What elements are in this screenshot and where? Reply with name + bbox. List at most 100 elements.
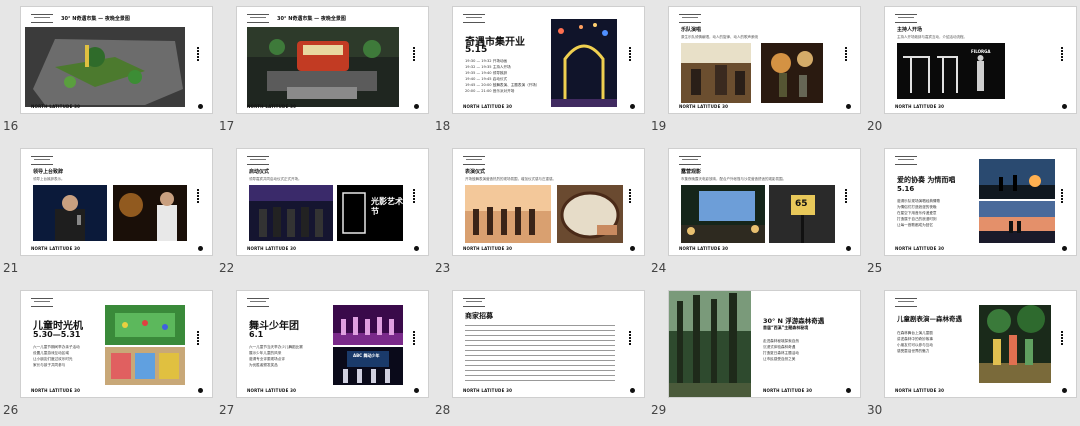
slide-thumbnail-16[interactable]: 30° N奇遇市集 — 夜晚全景图 NORTH LATITUDE 30 16 [0,0,216,142]
body-line-4: 感受童话世界的魅力 [897,349,930,353]
body-line-1: 邀请乐队现场演唱经典情歌 [897,199,941,203]
page-dot-icon [630,104,635,109]
slide-thumbnail-23[interactable]: 表演仪式 开场鼓舞表演营造热烈的现场氛围，增加仪式感与庄重感。 NORTH LA… [432,142,648,284]
slide-title: 主持人开场 [897,27,923,33]
schedule-line-2: 19:32 — 19:35 主持人开场 [465,65,511,69]
page-dot-icon [414,104,419,109]
band-performance-photo [681,43,751,103]
stage-banner-text: ABC 舞动少年 [353,353,380,358]
logo-mark [463,298,485,307]
logo-mark [895,14,917,23]
side-marker [629,189,631,203]
slide-thumbnail-18[interactable]: 奇遇市集开业 5.15 19:30 — 19:32 开场动画 19:32 — 1… [432,0,648,142]
slide-frame[interactable]: 30° N奇遇市集 — 夜晚全景图 NORTH LATITUDE 30 [236,6,429,114]
body-line-4: 让市民感受自然之美 [763,357,796,361]
slide-frame[interactable]: 儿童时光机 5.30—5.31 六一儿童节期间举办亲子活动 设置儿童游戏互动区域… [20,290,213,398]
slide-thumbnail-24[interactable]: 露营观影 市集夜晚露天电影放映，配合户外帐篷与沙发营造舒适的观影氛围。 65 N… [648,142,864,284]
event-date: 5.16 [897,185,915,193]
body-line-3: 打造夏日森林主题活动 [763,351,799,355]
page-dot-icon [1062,104,1067,109]
side-marker [197,47,199,61]
drum-dance-photo [465,185,551,243]
slide-thumbnail-29[interactable]: 30° N 浮游森林奇遇 首届“西溪”主题森林秘境 走进森林秘境探索自然 沉浸式… [648,284,864,426]
slide-thumbnail-27[interactable]: 舞斗少年团 6.1 六一儿童节当天举办少儿舞蹈比赛 展示少年儿童的风采 邀请专业… [216,284,432,426]
body-line-3: 小朋友们可以参与互动 [897,343,933,347]
body-line-3: 在星空下用音乐传递爱意 [897,211,937,215]
speaker-podium-photo [113,185,187,241]
concert-sunset-photo [979,159,1055,199]
slide-number: 25 [867,261,883,275]
body-line-4: 家长与孩子共同参与 [33,363,66,367]
slide-thumbnail-28[interactable]: 商家招募 NORTH LATITUDE 30 28 [432,284,648,426]
logo-mark [463,14,485,23]
slide-number: 27 [219,403,235,417]
slide-footer: NORTH LATITUDE 30 [763,388,813,393]
slide-thumbnail-19[interactable]: 乐队演唱 原生乐队倾情献唱，动人的旋律、动人的歌声萦绕 NORTH LATITU… [648,0,864,142]
slide-footer: NORTH LATITUDE 30 [895,104,945,109]
slide-title: 30° N奇遇市集 — 夜晚全景图 [61,16,130,22]
logo-mark [247,14,269,23]
slide-frame[interactable]: 30° N奇遇市集 — 夜晚全景图 NORTH LATITUDE 30 [20,6,213,114]
schedule-line-4: 19:40 — 19:45 启动仪式 [465,77,508,81]
page-dot-icon [630,388,635,393]
logo-mark [895,156,917,165]
slide-thumbnail-17[interactable]: 30° N奇遇市集 — 夜晚全景图 NORTH LATITUDE 30 17 [216,0,432,142]
body-line-2: 讲述森林中的奇妙故事 [897,337,933,341]
slide-number: 24 [651,261,667,275]
side-marker [413,47,415,61]
body-line-2: 沉浸式体验森林奇遇 [763,345,796,349]
slide-thumbnail-22[interactable]: 启动仪式 领导嘉宾共同启动仪式正式开场。 光影艺术节 NORTH LATITUD… [216,142,432,284]
slide-frame[interactable]: 舞斗少年团 6.1 六一儿童节当天举办少儿舞蹈比赛 展示少年儿童的风采 邀请专业… [236,290,429,398]
body-line-2: 展示少年儿童的风采 [249,351,282,355]
side-marker [1061,331,1063,345]
slide-frame[interactable]: 商家招募 NORTH LATITUDE 30 [452,290,645,398]
page-dot-icon [414,388,419,393]
schedule-line-3: 19:35 — 19:40 领导致辞 [465,71,508,75]
childrens-play-photo [979,305,1051,383]
slide-subtitle: 开场鼓舞表演营造热烈的现场氛围，增加仪式感与庄重感。 [465,177,556,181]
side-marker [629,47,631,61]
slide-number: 23 [435,261,451,275]
slide-number: 22 [219,261,235,275]
slide-thumbnail-25[interactable]: 爱的协奏 为情而唱 5.16 邀请乐队现场演唱经典情歌 为情侣们打造浪漫的夜晚 … [864,142,1080,284]
schedule-line-1: 19:30 — 19:32 开场动画 [465,59,508,63]
slide-frame[interactable]: 启动仪式 领导嘉宾共同启动仪式正式开场。 光影艺术节 NORTH LATITUD… [236,148,429,256]
slide-frame[interactable]: 儿童剧表演—森林奇遇 在森林舞台上演儿童剧 讲述森林中的奇妙故事 小朋友们可以参… [884,290,1077,398]
logo-mark [31,156,53,165]
slide-thumbnail-20[interactable]: 主持人开场 主持人开场致辞与嘉宾互动，介绍活动流程。 FILORGA NORTH… [864,0,1080,142]
body-line-1: 走进森林秘境探索自然 [763,339,799,343]
slide-frame[interactable]: 30° N 浮游森林奇遇 首届“西溪”主题森林秘境 走进森林秘境探索自然 沉浸式… [668,290,861,398]
slide-footer: NORTH LATITUDE 30 [31,104,81,109]
slide-frame[interactable]: 表演仪式 开场鼓舞表演营造热烈的现场氛围，增加仪式感与庄重感。 NORTH LA… [452,148,645,256]
slide-sorter-grid: 30° N奇遇市集 — 夜晚全景图 NORTH LATITUDE 30 16 3… [0,0,1080,426]
slide-number: 28 [435,403,451,417]
slide-footer: NORTH LATITUDE 30 [895,246,945,251]
slide-subtitle: 领导嘉宾共同启动仪式正式开场。 [249,177,302,181]
event-date: 6.1 [249,330,264,339]
slide-frame[interactable]: 乐队演唱 原生乐队倾情献唱，动人的旋律、动人的歌声萦绕 NORTH LATITU… [668,6,861,114]
slide-footer: NORTH LATITUDE 30 [463,104,513,109]
slide-thumbnail-30[interactable]: 儿童剧表演—森林奇遇 在森林舞台上演儿童剧 讲述森林中的奇妙故事 小朋友们可以参… [864,284,1080,426]
page-dot-icon [846,104,851,109]
slide-thumbnail-21[interactable]: 领导上台致辞 领导上台致辞表示。 NORTH LATITUDE 30 21 [0,142,216,284]
logo-mark [31,14,53,23]
schedule-line-5: 19:45 — 20:00 鼓舞表演、主题表演（开场） [465,83,540,87]
slide-frame[interactable]: 爱的协奏 为情而唱 5.16 邀请乐队现场演唱经典情歌 为情侣们打造浪漫的夜晚 … [884,148,1077,256]
launch-ceremony-photo [249,185,333,241]
auction-sign-photo [769,185,835,243]
slide-frame[interactable]: 露营观影 市集夜晚露天电影放映，配合户外帐篷与沙发营造舒适的观影氛围。 65 N… [668,148,861,256]
page-dot-icon [198,388,203,393]
side-marker [413,331,415,345]
kids-game-photo [105,347,185,385]
body-line-3: 让小朋友们度过欢乐时光 [33,357,73,361]
logo-mark [895,298,917,307]
page-dot-icon [846,388,851,393]
slide-frame[interactable]: 领导上台致辞 领导上台致辞表示。 NORTH LATITUDE 30 [20,148,213,256]
slide-frame[interactable]: 主持人开场 主持人开场致辞与嘉宾互动，介绍活动流程。 FILORGA NORTH… [884,6,1077,114]
slide-number: 30 [867,403,883,417]
night-panorama-render-image [25,27,185,107]
slide-thumbnail-26[interactable]: 儿童时光机 5.30—5.31 六一儿童节期间举办亲子活动 设置儿童游戏互动区域… [0,284,216,426]
side-marker [845,189,847,203]
side-marker [197,189,199,203]
slide-frame[interactable]: 奇遇市集开业 5.15 19:30 — 19:32 开场动画 19:32 — 1… [452,6,645,114]
